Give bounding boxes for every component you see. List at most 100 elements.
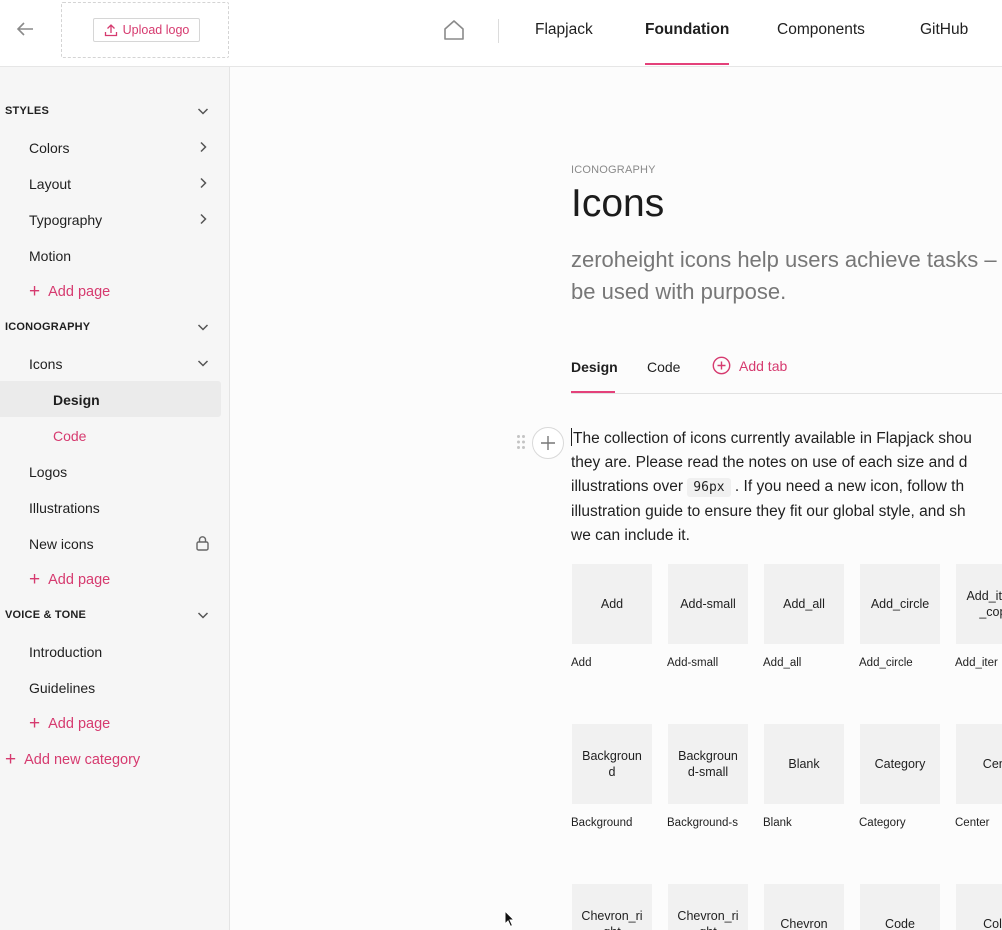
- arrow-left-icon[interactable]: [14, 18, 36, 40]
- icon-tile-background-small[interactable]: Background-small: [668, 724, 748, 804]
- body-line: we can include it.: [571, 527, 690, 544]
- icon-tile-background[interactable]: Background: [572, 724, 652, 804]
- icon-tile-code[interactable]: Code: [860, 884, 940, 930]
- icon-tile-add-circle[interactable]: Add_circle: [860, 564, 940, 644]
- nav-foundation[interactable]: Foundation: [645, 21, 729, 39]
- category-iconography[interactable]: ICONOGRAPHY: [5, 321, 90, 333]
- page-lede[interactable]: zeroheight icons help users achieve task…: [571, 244, 1002, 308]
- body-line: . If you need a new icon, follow th: [730, 478, 965, 495]
- tabs-divider: [571, 393, 1002, 394]
- icon-tile-category[interactable]: Category: [860, 724, 940, 804]
- sidebar-item-introduction[interactable]: Introduction: [29, 644, 102, 660]
- add-page-label: Add page: [48, 572, 111, 588]
- icon-tile-color[interactable]: Colo: [956, 884, 1002, 930]
- chevron-down-icon[interactable]: [196, 104, 210, 118]
- body-line: illustrations over: [571, 478, 688, 495]
- page-eyebrow: ICONOGRAPHY: [571, 164, 656, 176]
- icon-caption: Center: [955, 817, 990, 829]
- sidebar: STYLES Colors Layout Typography Motion +…: [0, 67, 230, 930]
- lede-line: zeroheight icons help users achieve task…: [571, 247, 997, 272]
- sidebar-item-new-icons[interactable]: New icons: [29, 536, 94, 552]
- icon-caption: Add_all: [763, 657, 802, 669]
- add-page-label: Add page: [48, 284, 111, 300]
- icon-caption: Add: [571, 657, 592, 669]
- body-line: The collection of icons currently availa…: [573, 430, 972, 447]
- icon-tile-add[interactable]: Add: [572, 564, 652, 644]
- add-category-button[interactable]: + Add new category: [5, 749, 141, 770]
- plus-icon: [541, 436, 555, 450]
- plus-circle-icon: [712, 356, 731, 375]
- chevron-right-icon[interactable]: [196, 212, 210, 226]
- text-caret: [571, 428, 572, 446]
- upload-icon: [104, 24, 117, 37]
- logo-dropzone[interactable]: Upload logo: [61, 2, 229, 58]
- add-category-label: Add new category: [24, 752, 141, 768]
- sidebar-item-typography[interactable]: Typography: [29, 212, 102, 228]
- sidebar-item-logos[interactable]: Logos: [29, 464, 67, 480]
- icon-caption: Add_iter: [955, 657, 998, 669]
- body-line: illustration guide to ensure they fit ou…: [571, 503, 966, 520]
- mouse-pointer-icon: [504, 910, 516, 928]
- sidebar-item-colors[interactable]: Colors: [29, 140, 69, 156]
- icon-caption: Background-s: [667, 817, 738, 829]
- body-line: they are. Please read the notes on use o…: [571, 454, 968, 471]
- sidebar-item-guidelines[interactable]: Guidelines: [29, 680, 95, 696]
- icon-caption: Background: [571, 817, 633, 829]
- chevron-down-icon[interactable]: [196, 356, 210, 370]
- add-page-label: Add page: [48, 716, 111, 732]
- sidebar-subitem-design[interactable]: Design: [53, 392, 100, 408]
- inline-code: 96px: [687, 478, 731, 497]
- home-icon[interactable]: [442, 18, 466, 42]
- icon-tile-add-items[interactable]: Add_items_copy: [956, 564, 1002, 644]
- add-tab-button[interactable]: Add tab: [712, 356, 787, 375]
- body-paragraph[interactable]: The collection of icons currently availa…: [571, 427, 1002, 548]
- add-tab-label: Add tab: [739, 357, 788, 374]
- category-styles[interactable]: STYLES: [5, 105, 49, 117]
- nav-flapjack[interactable]: Flapjack: [535, 21, 593, 39]
- add-page-button[interactable]: + Add page: [29, 569, 111, 590]
- lede-line: be used with purpose.: [571, 279, 787, 304]
- nav-divider: [498, 19, 499, 43]
- plus-icon: +: [29, 713, 41, 734]
- main-content: ICONOGRAPHY Icons zeroheight icons help …: [231, 67, 1002, 930]
- icon-tile-chevron-right[interactable]: Chevron_right: [668, 884, 748, 930]
- upload-logo-label: Upload logo: [122, 23, 190, 37]
- icon-tile-add-all[interactable]: Add_all: [764, 564, 844, 644]
- plus-icon: +: [29, 569, 41, 590]
- icon-caption: Category: [859, 817, 906, 829]
- chevron-down-icon[interactable]: [196, 608, 210, 622]
- selected-item-highlight: [0, 381, 221, 417]
- sidebar-item-motion[interactable]: Motion: [29, 248, 71, 264]
- icon-tile-chevron[interactable]: Chevron: [764, 884, 844, 930]
- nav-github[interactable]: GitHub: [920, 21, 968, 39]
- plus-icon: +: [5, 749, 17, 770]
- sidebar-item-icons[interactable]: Icons: [29, 356, 62, 372]
- icon-caption: Add-small: [667, 657, 719, 669]
- chevron-right-icon[interactable]: [196, 176, 210, 190]
- icon-caption: Add_circle: [859, 657, 913, 669]
- icon-caption: Blank: [763, 817, 792, 829]
- tab-active-indicator: [571, 391, 615, 393]
- upload-logo-button[interactable]: Upload logo: [93, 18, 200, 42]
- sidebar-item-illustrations[interactable]: Illustrations: [29, 500, 100, 516]
- drag-handle-icon[interactable]: [516, 434, 526, 450]
- icon-tile-add-small[interactable]: Add-small: [668, 564, 748, 644]
- add-page-button[interactable]: + Add page: [29, 713, 111, 734]
- tab-design[interactable]: Design: [571, 359, 618, 375]
- sidebar-subitem-code[interactable]: Code: [53, 428, 86, 444]
- add-block-button[interactable]: [532, 427, 564, 459]
- nav-components[interactable]: Components: [777, 21, 865, 39]
- nav-active-indicator: [645, 63, 729, 65]
- tab-code[interactable]: Code: [647, 359, 680, 375]
- icon-tile-chevron-right[interactable]: Chevron_right: [572, 884, 652, 930]
- page-title[interactable]: Icons: [571, 182, 664, 226]
- category-voice-tone[interactable]: VOICE & TONE: [5, 609, 86, 621]
- icon-tile-center[interactable]: Cent: [956, 724, 1002, 804]
- icon-tile-blank[interactable]: Blank: [764, 724, 844, 804]
- add-page-button[interactable]: + Add page: [29, 282, 111, 301]
- lock-icon: [196, 536, 209, 551]
- sidebar-item-layout[interactable]: Layout: [29, 176, 71, 192]
- chevron-down-icon[interactable]: [196, 320, 210, 334]
- top-bar: Upload logo Flapjack Foundation Componen…: [0, 0, 1002, 67]
- chevron-right-icon[interactable]: [196, 140, 210, 154]
